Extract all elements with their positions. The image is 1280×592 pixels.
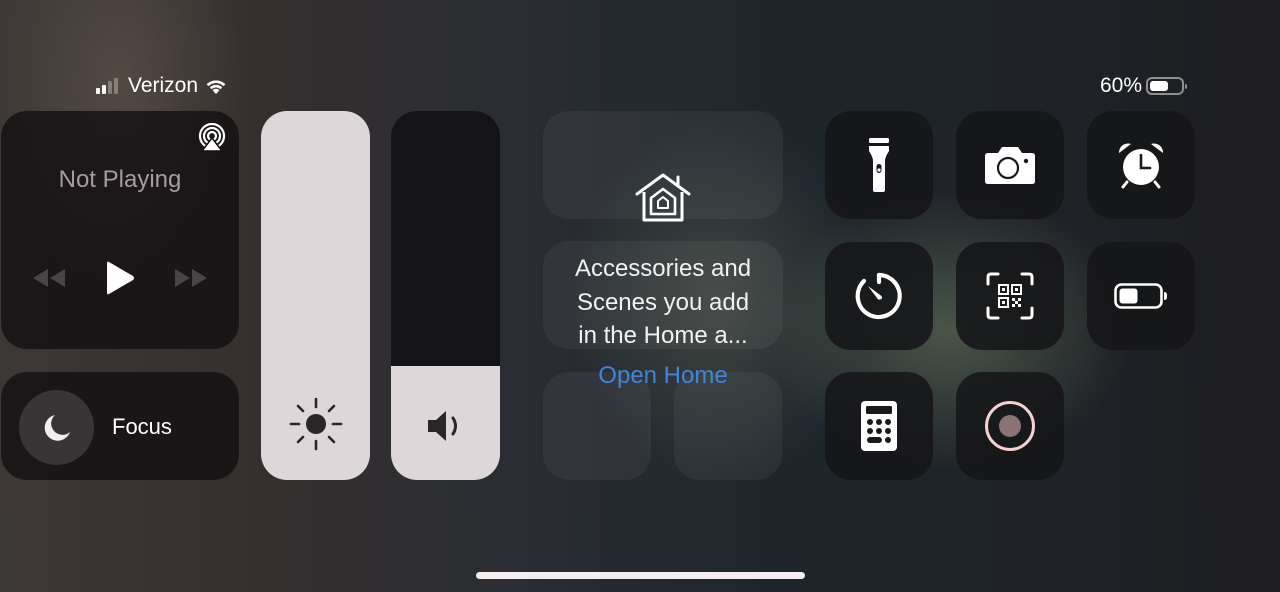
home-indicator[interactable]: [476, 572, 805, 579]
home-icon: [635, 173, 691, 222]
timer-button[interactable]: [825, 242, 933, 350]
home-message-line: in the Home a...: [578, 322, 748, 349]
open-home-link[interactable]: Open Home: [543, 362, 783, 390]
code-scanner-button[interactable]: [956, 242, 1064, 350]
rewind-icon[interactable]: [32, 268, 66, 288]
speaker-icon: [427, 411, 457, 441]
flashlight-button[interactable]: [825, 111, 933, 219]
status-bar-right: 60%: [1099, 72, 1187, 100]
fast-forward-icon[interactable]: [174, 268, 208, 288]
alarm-button[interactable]: [1087, 111, 1195, 219]
home-message: Accessories and Scenes you add in the Ho…: [543, 252, 783, 353]
battery-icon: [1114, 283, 1167, 309]
brightness-slider[interactable]: [261, 111, 370, 480]
calculator-button[interactable]: [825, 372, 933, 480]
timer-icon: [855, 272, 902, 320]
cellular-signal-icon: [96, 78, 118, 94]
low-power-mode-button[interactable]: [1087, 242, 1195, 350]
battery-percent: 60%: [1099, 74, 1142, 97]
airplay-audio-icon[interactable]: [197, 123, 227, 153]
volume-slider[interactable]: [391, 111, 500, 480]
home-message-line: Accessories and: [574, 255, 752, 282]
camera-icon: [985, 147, 1035, 184]
focus-label: Focus: [112, 414, 172, 439]
now-playing-title: Not Playing: [58, 166, 182, 193]
focus-icon-circle: [19, 390, 94, 465]
wifi-icon: [206, 80, 226, 94]
screen-recording-button[interactable]: [956, 372, 1064, 480]
moon-icon: [44, 414, 70, 441]
qr-code-scanner-icon: [986, 272, 1034, 320]
battery-icon: [1146, 77, 1187, 95]
status-bar-left: Verizon: [96, 72, 228, 100]
alarm-clock-icon: [1118, 143, 1164, 189]
now-playing-module[interactable]: Not Playing: [1, 111, 239, 349]
carrier-name: Verizon: [128, 74, 199, 97]
focus-button[interactable]: Focus: [1, 372, 239, 480]
sun-icon: [289, 397, 342, 451]
play-icon[interactable]: [105, 261, 135, 295]
flashlight-icon: [869, 138, 889, 192]
camera-button[interactable]: [956, 111, 1064, 219]
home-message-line: Scenes you add: [576, 288, 750, 316]
calculator-icon: [861, 401, 897, 451]
record-icon: [985, 401, 1035, 451]
